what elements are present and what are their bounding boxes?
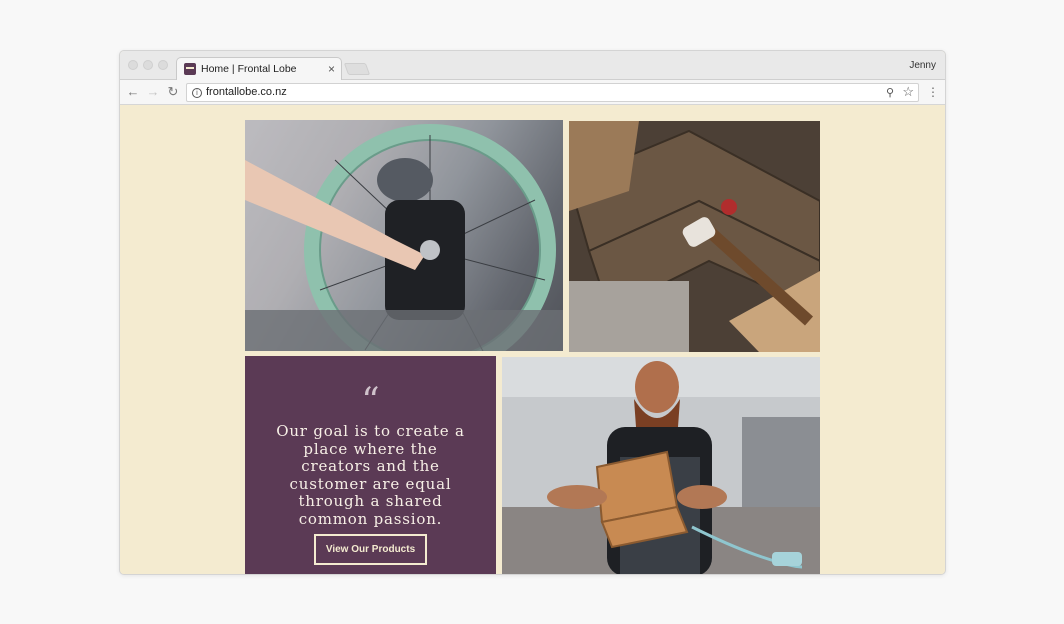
address-bar[interactable]: i frontallobe.co.nz ⚲ ☆ (186, 83, 919, 102)
tab-home[interactable]: Home | Frontal Lobe × (176, 57, 342, 81)
star-icon[interactable]: ☆ (902, 84, 914, 100)
new-tab-button[interactable] (343, 63, 371, 75)
page-viewport: “ Our goal is to create a place where th… (120, 105, 945, 574)
maximize-window-button[interactable] (158, 60, 168, 70)
quote-mark-icon: “ (361, 381, 380, 422)
photo-craftsman-lamp (502, 357, 820, 574)
url-text[interactable]: frontallobe.co.nz (206, 86, 287, 98)
profile-name[interactable]: Jenny (909, 60, 936, 71)
view-products-button[interactable]: View Our Products (314, 534, 427, 565)
browser-toolbar: ← → ↻ i frontallobe.co.nz ⚲ ☆ ⋮ (120, 80, 945, 105)
close-window-button[interactable] (128, 60, 138, 70)
browser-window: Home | Frontal Lobe × Jenny ← → ↻ i fron… (119, 50, 946, 575)
favicon-icon (184, 63, 196, 75)
zoom-icon[interactable]: ⚲ (886, 86, 894, 99)
photo-bicycle-mechanic (245, 120, 563, 351)
minimize-window-button[interactable] (143, 60, 153, 70)
tab-bar: Home | Frontal Lobe × Jenny (120, 51, 945, 81)
info-icon[interactable]: i (192, 88, 202, 98)
mission-quote: Our goal is to create a place where the … (276, 422, 465, 528)
reload-icon[interactable]: ↻ (164, 83, 182, 101)
photo-workshop-tools (569, 121, 820, 352)
forward-arrow-icon[interactable]: → (144, 83, 162, 101)
tab-title: Home | Frontal Lobe (201, 63, 297, 75)
tab-close-icon[interactable]: × (328, 62, 335, 76)
quote-card: “ Our goal is to create a place where th… (245, 356, 496, 574)
back-arrow-icon[interactable]: ← (124, 83, 142, 101)
menu-icon[interactable]: ⋮ (927, 84, 939, 100)
